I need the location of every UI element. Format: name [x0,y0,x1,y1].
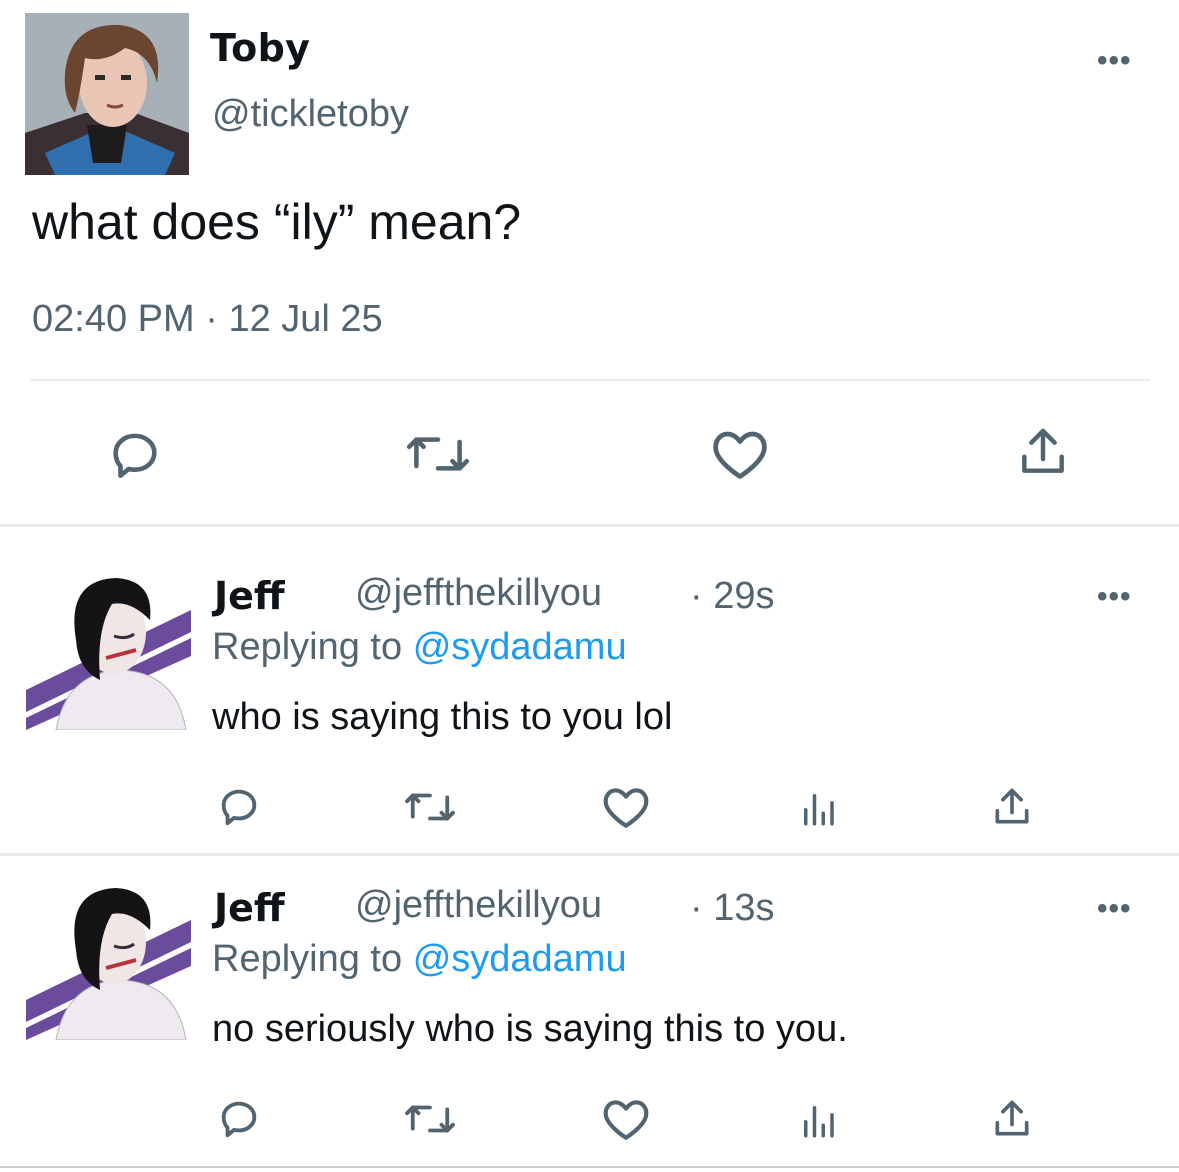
retweet-button[interactable] [400,423,476,485]
views-icon [804,1106,834,1138]
reply-text: no seriously who is saying this to you. [212,1008,848,1050]
divider [30,379,1150,381]
reply-icon [113,433,157,479]
share-icon [995,788,1029,824]
tweet-timestamp[interactable]: 02:40 PM · 12 Jul 25 [32,298,383,341]
author-name[interactable]: Toby [210,26,310,70]
like-button[interactable] [600,1095,652,1143]
share-button[interactable] [1012,421,1074,483]
author-handle[interactable]: @tickletoby [212,93,409,136]
replying-prefix: Replying to [212,626,403,668]
tweet-time: 02:40 PM [32,298,195,340]
views-icon [804,794,834,826]
replying-to: Replying to @sydadamu [212,938,627,981]
avatar-jeff[interactable] [26,880,191,1040]
tweet-text: what does “ily” mean? [32,194,522,250]
reply-time[interactable]: · 13s [690,887,774,930]
retweet-button[interactable] [400,1095,460,1143]
divider [0,524,1179,527]
divider [0,1166,1179,1168]
retweet-icon [405,793,455,821]
more-options-icon[interactable]: ••• [1097,580,1132,614]
reply-icon [221,1101,257,1138]
reply-button[interactable] [104,423,166,485]
retweet-icon [405,1105,455,1133]
reply-icon [221,789,257,826]
reply-author-handle[interactable]: @jeffthekillyou [355,572,602,615]
retweet-button[interactable] [400,783,460,831]
reply-author-name[interactable]: Jeff [214,574,285,618]
divider [0,853,1179,856]
replying-prefix: Replying to [212,938,403,980]
like-button[interactable] [600,783,652,831]
share-icon [1022,428,1064,473]
more-options-icon[interactable]: ••• [1097,44,1132,78]
retweet-icon [406,437,470,471]
avatar-jeff[interactable] [26,570,191,730]
reply-text: who is saying this to you lol [212,696,673,738]
more-options-icon[interactable]: ••• [1097,892,1132,926]
reply-time[interactable]: · 29s [690,575,774,618]
views-button[interactable] [796,1097,840,1143]
like-button[interactable] [708,423,772,485]
replying-mention-link[interactable]: @sydadamu [413,938,627,980]
like-icon [603,1100,649,1140]
share-button[interactable] [988,1095,1036,1143]
reply-button[interactable] [214,1093,264,1143]
replying-to: Replying to @sydadamu [212,626,627,669]
like-icon [713,431,767,479]
reply-author-handle[interactable]: @jeffthekillyou [355,884,602,927]
views-button[interactable] [796,785,840,831]
replying-mention-link[interactable]: @sydadamu [413,626,627,668]
share-icon [995,1100,1029,1136]
reply-author-name[interactable]: Jeff [214,886,285,930]
avatar-toby[interactable] [25,13,189,175]
like-icon [603,788,649,828]
reply-button[interactable] [214,781,264,831]
meta-separator: · [205,298,218,340]
tweet-date: 12 Jul 25 [228,298,383,340]
share-button[interactable] [988,783,1036,831]
